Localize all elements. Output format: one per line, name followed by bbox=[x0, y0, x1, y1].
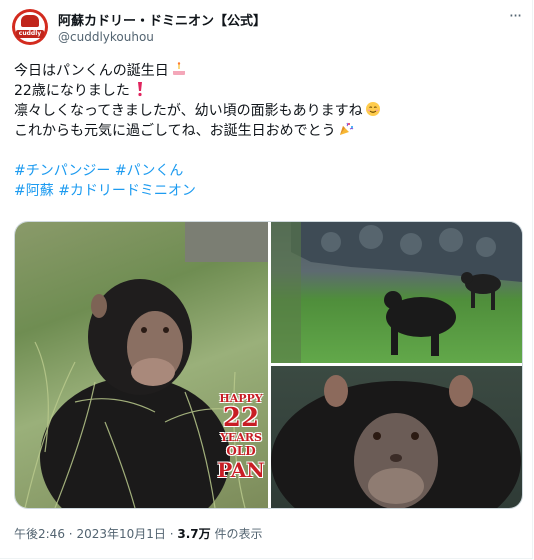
tweet-line-4-text: これからも元気に過ごしてね、お誕生日おめでとう bbox=[14, 123, 336, 139]
chimp-closeup-illustration bbox=[271, 375, 521, 508]
tweet-line-4: これからも元気に過ごしてね、お誕生日おめでとう bbox=[14, 121, 381, 141]
party-popper-emoji bbox=[339, 122, 353, 135]
meta-separator-2: · bbox=[169, 527, 174, 541]
tweet-line-3-text: 凛々しくなってきましたが、幼い頃の面影もありますね bbox=[14, 103, 363, 119]
hashtag-pankun[interactable]: #パンくん bbox=[115, 163, 183, 179]
tweet-line-1: 今日はパンくんの誕生日 bbox=[14, 61, 381, 81]
tweet-text: 今日はパンくんの誕生日 22歳になりました 凛々しくなってきましたが、幼い頃の面… bbox=[14, 61, 381, 201]
photo-chimps-walking[interactable] bbox=[271, 222, 522, 363]
account-name[interactable]: 阿蘇カドリー・ドミニオン【公式】 bbox=[58, 10, 266, 29]
views-count: 3.7万 bbox=[177, 527, 211, 541]
tweet-meta: 午後2:46 · 2023年10月1日 · 3.7万 件の表示 bbox=[14, 525, 262, 542]
smiling-face-emoji bbox=[365, 102, 380, 116]
hashtag-row-1: #チンパンジー #パンくん bbox=[14, 161, 381, 181]
avatar[interactable]: cuddly bbox=[12, 9, 48, 45]
tweet-line-1-text: 今日はパンくんの誕生日 bbox=[14, 63, 169, 79]
hashtag-row-2: #阿蘇 #カドリードミニオン bbox=[14, 181, 381, 201]
tweet-time[interactable]: 午後2:46 bbox=[14, 527, 65, 541]
overlay-pan: PAN bbox=[217, 458, 265, 482]
tweet-line-3: 凛々しくなってきましたが、幼い頃の面影もありますね bbox=[14, 101, 381, 121]
account-handle[interactable]: @cuddlykouhou bbox=[58, 30, 154, 44]
overlay-age: 22 bbox=[222, 403, 260, 433]
hashtag-aso[interactable]: #阿蘇 bbox=[14, 183, 54, 199]
meta-separator: · bbox=[68, 527, 73, 541]
hashtag-chimpanzee[interactable]: #チンパンジー bbox=[14, 163, 110, 179]
photo-chimp-closeup[interactable] bbox=[271, 366, 522, 508]
more-horizontal-icon[interactable]: ··· bbox=[505, 8, 525, 25]
red-exclamation-emoji bbox=[137, 82, 142, 97]
chimps-walking-illustration bbox=[271, 222, 522, 363]
tweet-card: cuddly 阿蘇カドリー・ドミニオン【公式】 @cuddlykouhou ··… bbox=[0, 0, 533, 559]
avatar-logo-text: cuddly bbox=[16, 30, 44, 38]
tweet-date[interactable]: 2023年10月1日 bbox=[76, 527, 165, 541]
overlay-old: OLD bbox=[226, 444, 256, 458]
hashtag-cuddly-dominion[interactable]: #カドリードミニオン bbox=[58, 183, 196, 199]
avatar-logo-mark bbox=[21, 15, 39, 27]
happy-birthday-overlay: HAPPY 22 YEARS OLD PAN bbox=[215, 392, 267, 504]
birthday-cake-emoji bbox=[172, 62, 185, 75]
overlay-years: YEARS bbox=[220, 431, 262, 444]
media-grid: HAPPY 22 YEARS OLD PAN bbox=[14, 221, 523, 509]
views-label: 件の表示 bbox=[214, 527, 263, 541]
tweet-line-2-text: 22歳になりました bbox=[14, 83, 130, 99]
photo-chimp-in-grass[interactable]: HAPPY 22 YEARS OLD PAN bbox=[15, 222, 268, 508]
tweet-line-2: 22歳になりました bbox=[14, 81, 381, 101]
